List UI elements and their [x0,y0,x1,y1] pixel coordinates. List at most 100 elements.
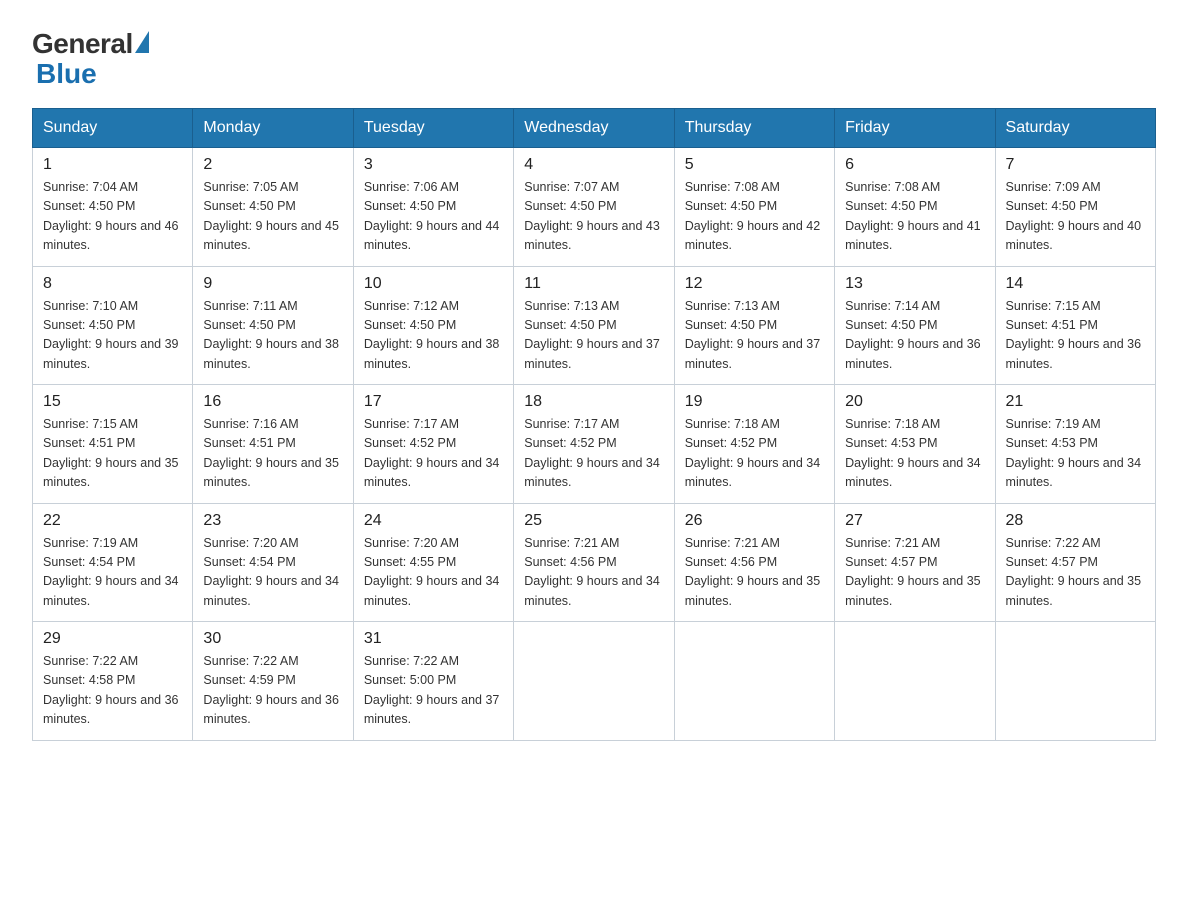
day-number: 16 [203,393,342,411]
calendar-day-cell [835,622,995,741]
day-number: 30 [203,630,342,648]
day-number: 18 [524,393,663,411]
weekday-header-tuesday: Tuesday [353,109,513,148]
day-info: Sunrise: 7:22 AMSunset: 4:58 PMDaylight:… [43,652,182,730]
calendar-table: SundayMondayTuesdayWednesdayThursdayFrid… [32,108,1156,741]
day-info: Sunrise: 7:21 AMSunset: 4:56 PMDaylight:… [685,534,824,612]
day-number: 24 [364,512,503,530]
day-info: Sunrise: 7:20 AMSunset: 4:55 PMDaylight:… [364,534,503,612]
calendar-day-cell: 28 Sunrise: 7:22 AMSunset: 4:57 PMDayligh… [995,503,1155,622]
day-number: 19 [685,393,824,411]
day-info: Sunrise: 7:16 AMSunset: 4:51 PMDaylight:… [203,415,342,493]
day-number: 20 [845,393,984,411]
day-number: 28 [1006,512,1145,530]
day-info: Sunrise: 7:10 AMSunset: 4:50 PMDaylight:… [43,297,182,375]
day-number: 21 [1006,393,1145,411]
calendar-day-cell: 20Sunrise: 7:18 AMSunset: 4:53 PMDayligh… [835,385,995,504]
day-number: 15 [43,393,182,411]
calendar-day-cell: 16 Sunrise: 7:16 AMSunset: 4:51 PMDayligh… [193,385,353,504]
calendar-day-cell: 19 Sunrise: 7:18 AMSunset: 4:52 PMDayligh… [674,385,834,504]
weekday-header-saturday: Saturday [995,109,1155,148]
day-number: 8 [43,275,182,293]
calendar-day-cell: 3Sunrise: 7:06 AMSunset: 4:50 PMDaylight… [353,148,513,267]
calendar-day-cell: 29 Sunrise: 7:22 AMSunset: 4:58 PMDayligh… [33,622,193,741]
calendar-day-cell: 25Sunrise: 7:21 AMSunset: 4:56 PMDayligh… [514,503,674,622]
day-number: 5 [685,156,824,174]
day-number: 9 [203,275,342,293]
calendar-day-cell: 4Sunrise: 7:07 AMSunset: 4:50 PMDaylight… [514,148,674,267]
day-info: Sunrise: 7:14 AMSunset: 4:50 PMDaylight:… [845,297,984,375]
calendar-day-cell [995,622,1155,741]
calendar-day-cell: 26Sunrise: 7:21 AMSunset: 4:56 PMDayligh… [674,503,834,622]
day-info: Sunrise: 7:13 AMSunset: 4:50 PMDaylight:… [685,297,824,375]
day-number: 23 [203,512,342,530]
day-info: Sunrise: 7:08 AMSunset: 4:50 PMDaylight:… [685,178,824,256]
weekday-header-row: SundayMondayTuesdayWednesdayThursdayFrid… [33,109,1156,148]
calendar-week-row: 15 Sunrise: 7:15 AMSunset: 4:51 PMDayligh… [33,385,1156,504]
calendar-day-cell: 31 Sunrise: 7:22 AMSunset: 5:00 PMDayligh… [353,622,513,741]
calendar-day-cell: 23 Sunrise: 7:20 AMSunset: 4:54 PMDayligh… [193,503,353,622]
calendar-day-cell: 5 Sunrise: 7:08 AMSunset: 4:50 PMDaylight… [674,148,834,267]
calendar-day-cell: 13 Sunrise: 7:14 AMSunset: 4:50 PMDayligh… [835,266,995,385]
calendar-day-cell [674,622,834,741]
day-number: 22 [43,512,182,530]
weekday-header-sunday: Sunday [33,109,193,148]
weekday-header-thursday: Thursday [674,109,834,148]
weekday-header-wednesday: Wednesday [514,109,674,148]
calendar-week-row: 29 Sunrise: 7:22 AMSunset: 4:58 PMDayligh… [33,622,1156,741]
day-info: Sunrise: 7:15 AMSunset: 4:51 PMDaylight:… [43,415,182,493]
day-info: Sunrise: 7:11 AMSunset: 4:50 PMDaylight:… [203,297,342,375]
day-number: 14 [1006,275,1145,293]
day-info: Sunrise: 7:17 AMSunset: 4:52 PMDaylight:… [524,415,663,493]
day-number: 17 [364,393,503,411]
day-number: 6 [845,156,984,174]
day-number: 29 [43,630,182,648]
calendar-day-cell [514,622,674,741]
day-info: Sunrise: 7:12 AMSunset: 4:50 PMDaylight:… [364,297,503,375]
day-info: Sunrise: 7:06 AMSunset: 4:50 PMDaylight:… [364,178,503,256]
day-info: Sunrise: 7:22 AMSunset: 5:00 PMDaylight:… [364,652,503,730]
logo-blue-text: Blue [36,58,97,90]
day-info: Sunrise: 7:18 AMSunset: 4:52 PMDaylight:… [685,415,824,493]
day-number: 31 [364,630,503,648]
calendar-week-row: 8 Sunrise: 7:10 AMSunset: 4:50 PMDaylight… [33,266,1156,385]
logo-triangle-icon [135,31,149,53]
calendar-day-cell: 9 Sunrise: 7:11 AMSunset: 4:50 PMDaylight… [193,266,353,385]
day-info: Sunrise: 7:09 AMSunset: 4:50 PMDaylight:… [1006,178,1145,256]
day-number: 25 [524,512,663,530]
calendar-day-cell: 18 Sunrise: 7:17 AMSunset: 4:52 PMDayligh… [514,385,674,504]
calendar-day-cell: 30Sunrise: 7:22 AMSunset: 4:59 PMDayligh… [193,622,353,741]
calendar-week-row: 22 Sunrise: 7:19 AMSunset: 4:54 PMDayligh… [33,503,1156,622]
day-info: Sunrise: 7:05 AMSunset: 4:50 PMDaylight:… [203,178,342,256]
logo: General Blue [32,28,149,90]
day-number: 13 [845,275,984,293]
day-info: Sunrise: 7:20 AMSunset: 4:54 PMDaylight:… [203,534,342,612]
day-number: 27 [845,512,984,530]
day-number: 11 [524,275,663,293]
day-info: Sunrise: 7:04 AMSunset: 4:50 PMDaylight:… [43,178,182,256]
day-info: Sunrise: 7:15 AMSunset: 4:51 PMDaylight:… [1006,297,1145,375]
page-header: General Blue [32,24,1156,90]
day-info: Sunrise: 7:19 AMSunset: 4:53 PMDaylight:… [1006,415,1145,493]
calendar-day-cell: 27 Sunrise: 7:21 AMSunset: 4:57 PMDayligh… [835,503,995,622]
day-info: Sunrise: 7:21 AMSunset: 4:57 PMDaylight:… [845,534,984,612]
calendar-day-cell: 21 Sunrise: 7:19 AMSunset: 4:53 PMDayligh… [995,385,1155,504]
day-info: Sunrise: 7:22 AMSunset: 4:57 PMDaylight:… [1006,534,1145,612]
day-number: 12 [685,275,824,293]
calendar-day-cell: 22 Sunrise: 7:19 AMSunset: 4:54 PMDayligh… [33,503,193,622]
calendar-week-row: 1Sunrise: 7:04 AMSunset: 4:50 PMDaylight… [33,148,1156,267]
calendar-day-cell: 24 Sunrise: 7:20 AMSunset: 4:55 PMDayligh… [353,503,513,622]
calendar-day-cell: 14 Sunrise: 7:15 AMSunset: 4:51 PMDayligh… [995,266,1155,385]
calendar-day-cell: 11Sunrise: 7:13 AMSunset: 4:50 PMDayligh… [514,266,674,385]
calendar-day-cell: 6Sunrise: 7:08 AMSunset: 4:50 PMDaylight… [835,148,995,267]
calendar-day-cell: 8 Sunrise: 7:10 AMSunset: 4:50 PMDaylight… [33,266,193,385]
day-info: Sunrise: 7:19 AMSunset: 4:54 PMDaylight:… [43,534,182,612]
day-number: 4 [524,156,663,174]
day-number: 10 [364,275,503,293]
calendar-day-cell: 2Sunrise: 7:05 AMSunset: 4:50 PMDaylight… [193,148,353,267]
day-info: Sunrise: 7:17 AMSunset: 4:52 PMDaylight:… [364,415,503,493]
weekday-header-monday: Monday [193,109,353,148]
calendar-day-cell: 15 Sunrise: 7:15 AMSunset: 4:51 PMDayligh… [33,385,193,504]
calendar-day-cell: 1Sunrise: 7:04 AMSunset: 4:50 PMDaylight… [33,148,193,267]
day-number: 7 [1006,156,1145,174]
